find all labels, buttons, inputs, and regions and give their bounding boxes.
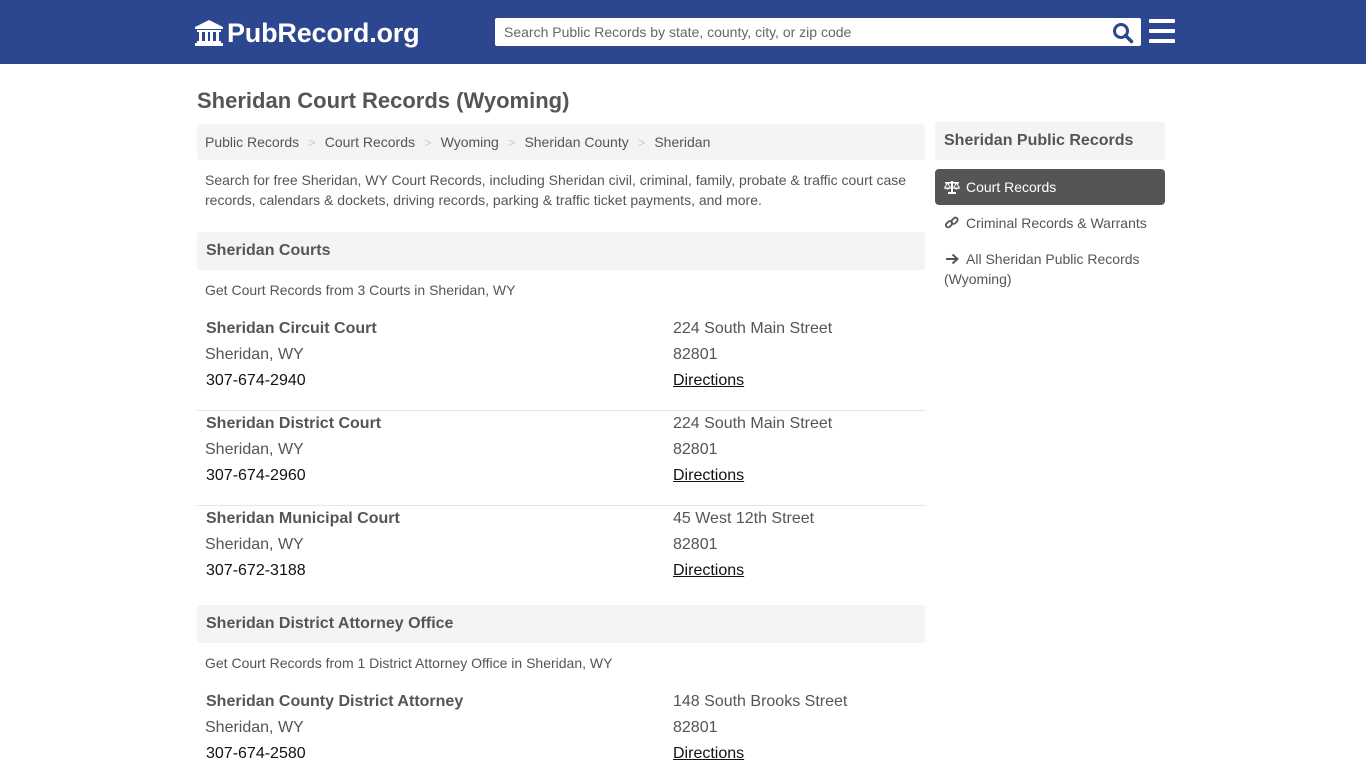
office-zip: 82801 bbox=[673, 719, 718, 736]
section-subtitle-district-attorney: Get Court Records from 1 District Attorn… bbox=[205, 655, 613, 671]
court-name: Sheridan Circuit Court bbox=[206, 320, 377, 337]
court-city: Sheridan, WY bbox=[205, 346, 304, 363]
site-logo[interactable]: PubRecord.org bbox=[195, 17, 420, 49]
link-icon bbox=[944, 216, 959, 229]
court-phone: 307-674-2960 bbox=[206, 467, 306, 484]
court-listing: Sheridan Municipal Court Sheridan, WY 30… bbox=[197, 506, 925, 601]
breadcrumb-separator: > bbox=[507, 134, 516, 150]
court-name: Sheridan District Court bbox=[206, 415, 382, 432]
breadcrumb-court-records[interactable]: Court Records bbox=[325, 134, 415, 150]
court-name: Sheridan Municipal Court bbox=[206, 510, 400, 527]
section-heading-district-attorney: Sheridan District Attorney Office bbox=[197, 605, 925, 643]
search-icon[interactable] bbox=[1112, 22, 1134, 44]
court-address: 224 South Main Street bbox=[673, 415, 833, 432]
breadcrumb: Public Records > Court Records > Wyoming… bbox=[197, 124, 925, 160]
court-zip: 82801 bbox=[673, 346, 718, 363]
breadcrumb-separator: > bbox=[637, 134, 646, 150]
sidebar-item-label: Court Records bbox=[966, 179, 1057, 195]
sidebar-item-criminal-records[interactable]: Criminal Records & Warrants bbox=[935, 213, 1165, 233]
directions-link[interactable]: Directions bbox=[673, 467, 744, 484]
balance-scale-icon bbox=[944, 181, 960, 194]
office-phone: 307-674-2580 bbox=[206, 745, 306, 762]
breadcrumb-separator: > bbox=[308, 134, 316, 150]
search-input[interactable] bbox=[496, 19, 1106, 45]
sidebar-item-all-public-records[interactable]: All Sheridan Public Records (Wyoming) bbox=[935, 249, 1150, 289]
directions-link[interactable]: Directions bbox=[673, 745, 744, 762]
section-heading-courts: Sheridan Courts bbox=[197, 232, 925, 270]
courthouse-icon bbox=[195, 20, 223, 46]
top-navbar: PubRecord.org bbox=[0, 0, 1366, 64]
breadcrumb-separator: > bbox=[424, 134, 432, 150]
breadcrumb-wyoming[interactable]: Wyoming bbox=[441, 134, 499, 150]
court-listing: Sheridan District Court Sheridan, WY 307… bbox=[197, 411, 925, 506]
hamburger-menu-icon[interactable] bbox=[1149, 19, 1175, 43]
court-city: Sheridan, WY bbox=[205, 536, 304, 553]
office-address: 148 South Brooks Street bbox=[673, 693, 848, 710]
arrow-right-icon bbox=[946, 253, 959, 265]
breadcrumb-public-records[interactable]: Public Records bbox=[205, 134, 299, 150]
section-subtitle-courts: Get Court Records from 3 Courts in Sheri… bbox=[205, 282, 516, 298]
sidebar-title: Sheridan Public Records bbox=[935, 122, 1165, 160]
office-city: Sheridan, WY bbox=[205, 719, 304, 736]
directions-link[interactable]: Directions bbox=[673, 562, 744, 579]
office-name: Sheridan County District Attorney bbox=[206, 693, 464, 710]
breadcrumb-sheridan-county[interactable]: Sheridan County bbox=[524, 134, 628, 150]
intro-text: Search for free Sheridan, WY Court Recor… bbox=[205, 172, 907, 208]
court-city: Sheridan, WY bbox=[205, 441, 304, 458]
court-zip: 82801 bbox=[673, 536, 718, 553]
sidebar-item-label: Criminal Records & Warrants bbox=[966, 215, 1147, 231]
page-title: Sheridan Court Records (Wyoming) bbox=[197, 88, 570, 113]
court-zip: 82801 bbox=[673, 441, 718, 458]
court-address: 224 South Main Street bbox=[673, 320, 833, 337]
search-bar bbox=[495, 18, 1141, 46]
sidebar-item-court-records[interactable]: Court Records bbox=[935, 169, 1165, 205]
court-phone: 307-674-2940 bbox=[206, 372, 306, 389]
directions-link[interactable]: Directions bbox=[673, 372, 744, 389]
court-address: 45 West 12th Street bbox=[673, 510, 815, 527]
court-listing: Sheridan Circuit Court Sheridan, WY 307-… bbox=[197, 316, 925, 411]
court-phone: 307-672-3188 bbox=[206, 562, 306, 579]
breadcrumb-sheridan[interactable]: Sheridan bbox=[654, 134, 710, 150]
logo-text: PubRecord.org bbox=[227, 17, 420, 48]
sidebar-item-label: All Sheridan Public Records (Wyoming) bbox=[944, 251, 1140, 287]
district-attorney-listing: Sheridan County District Attorney Sherid… bbox=[197, 689, 925, 784]
